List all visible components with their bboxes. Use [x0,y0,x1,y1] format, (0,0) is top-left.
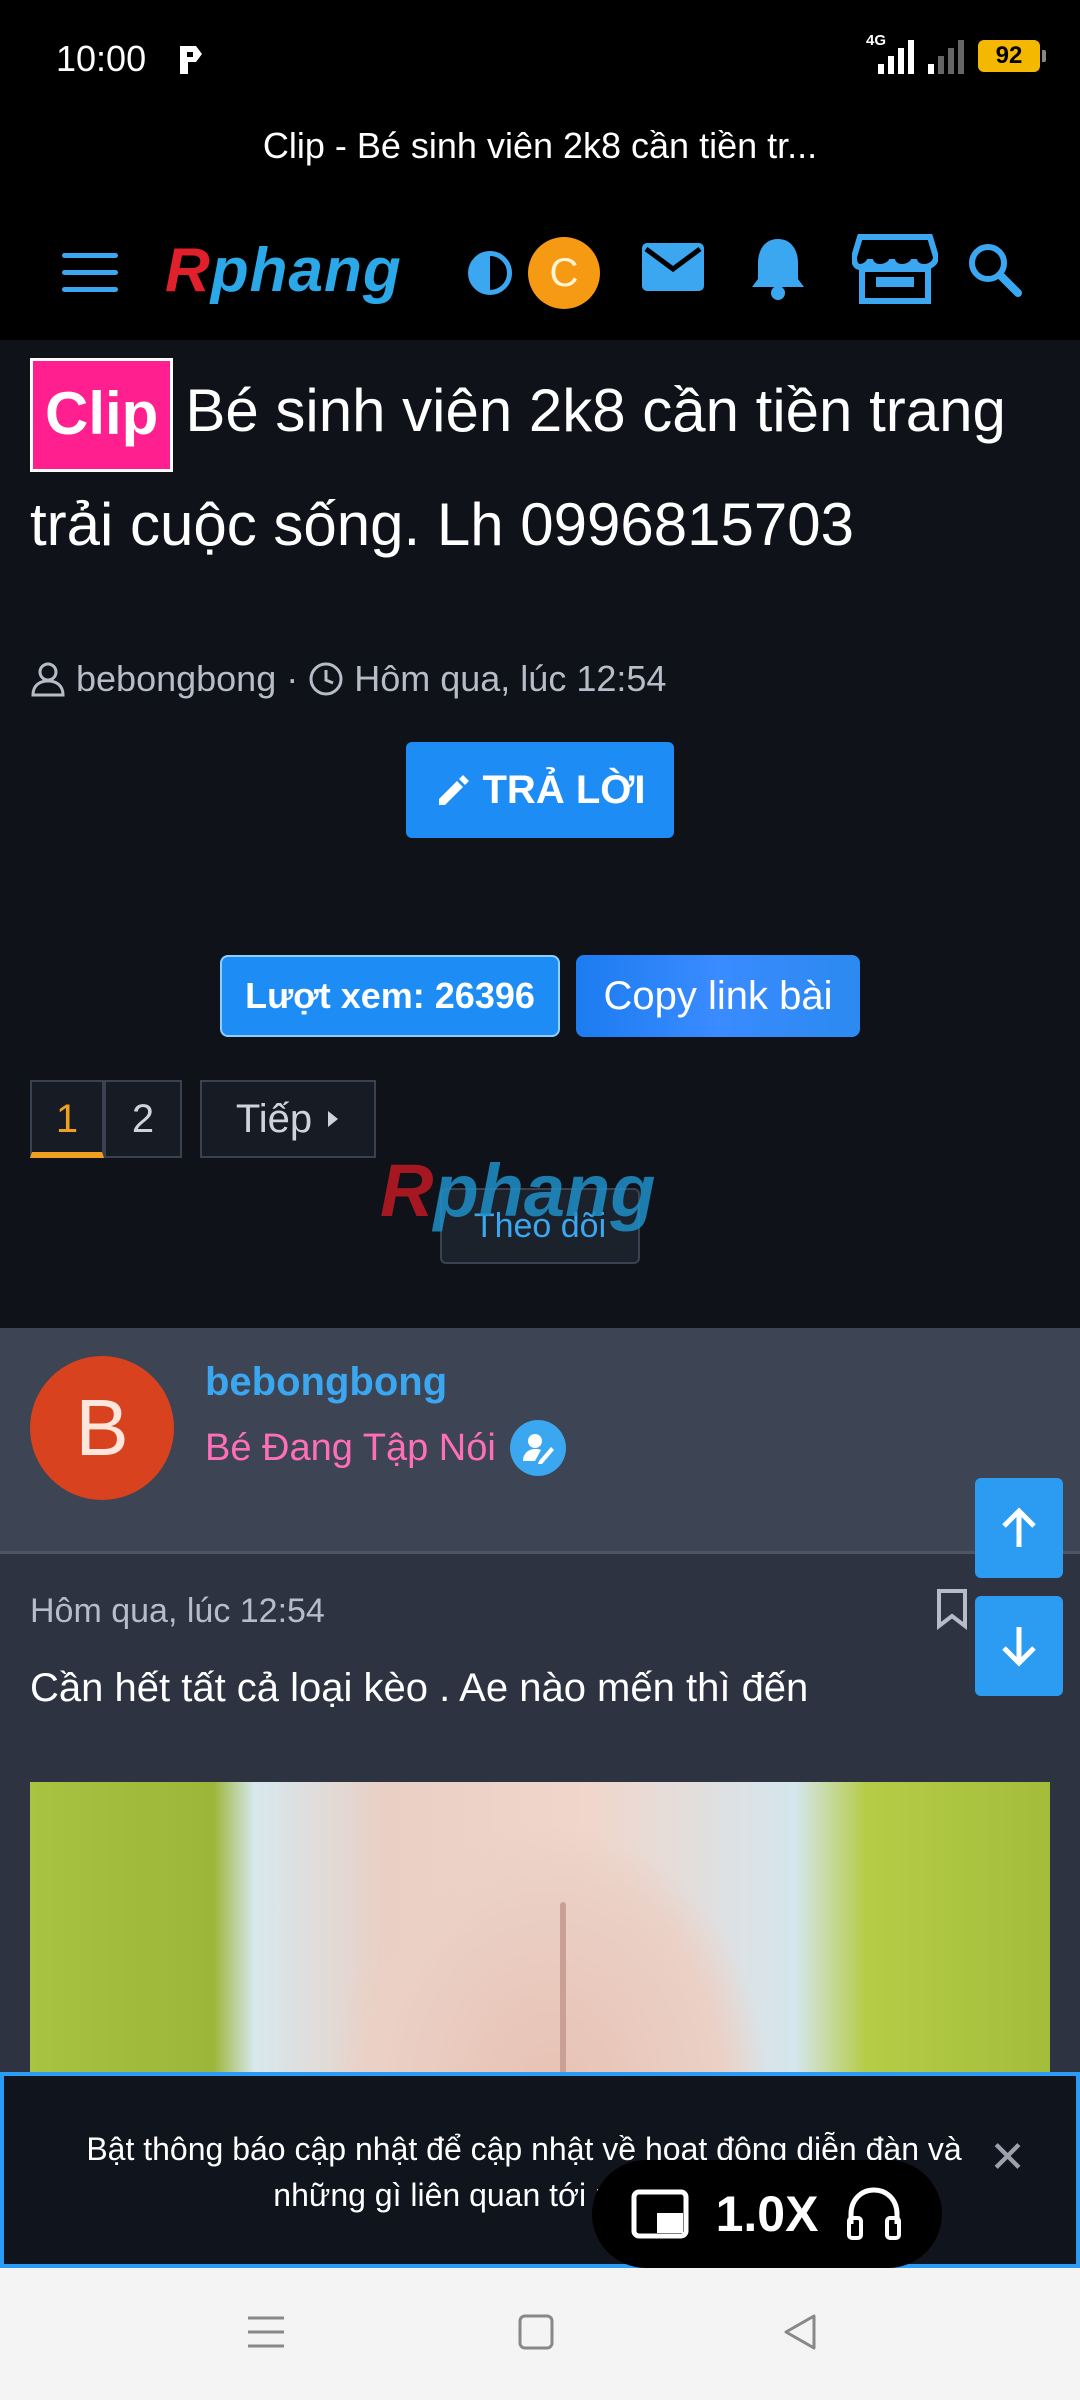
chevron-right-icon [328,1111,339,1127]
follow-button[interactable]: Theo dõi [440,1188,640,1264]
scroll-bottom-button[interactable] [975,1596,1063,1696]
author-name[interactable]: bebongbong [205,1360,447,1405]
arrow-down-icon [1002,1627,1036,1667]
search-icon[interactable] [966,241,1024,299]
watermark-letter: R [380,1149,434,1232]
close-icon[interactable]: ✕ [989,2132,1026,2183]
theme-toggle-icon[interactable] [468,251,512,295]
clock-icon [309,662,343,696]
battery-indicator: 92 [978,40,1046,72]
post-body: Hôm qua, lúc 12:54 Cần hết tất cả loại k… [0,1554,1080,2082]
picture-in-picture-icon[interactable] [631,2189,689,2239]
views-count-button[interactable]: Lượt xem: 26396 [220,955,560,1037]
logo-letter: R [165,236,211,305]
pencil-icon [438,775,469,805]
mail-icon[interactable] [640,241,706,293]
bell-icon[interactable] [748,235,808,301]
media-controls: 1.0X [592,2160,942,2268]
logo-text: phang [210,236,402,305]
browser-page-title: Clip - Bé sinh viên 2k8 cần tiền tr... [262,125,818,166]
signal-sim2-icon [928,38,964,74]
account-avatar[interactable]: C [528,237,600,309]
scroll-top-button[interactable] [975,1478,1063,1578]
reply-button[interactable]: TRẢ LỜI [406,742,674,838]
user-icon [31,662,65,697]
page-1-button[interactable]: 1 [30,1080,104,1158]
playback-speed[interactable]: 1.0X [716,2185,819,2243]
network-type: 4G [866,32,887,49]
app-notification-icon [180,46,202,74]
home-icon[interactable] [516,2312,556,2352]
reply-label: TRẢ LỜI [482,767,646,812]
back-icon[interactable] [780,2312,820,2352]
thread-header: Clip Bé sinh viên 2k8 cần tiền trang trải… [0,340,1080,1328]
thread-date[interactable]: Hôm qua, lúc 12:54 [354,658,666,700]
meta-separator: · [286,658,299,699]
site-header: Rphang C [0,205,1080,335]
thread-meta: bebongbong · Hôm qua, lúc 12:54 [30,658,666,700]
pagination: 1 2 Tiếp [30,1080,376,1158]
system-navigation-bar [0,2268,1080,2400]
author-avatar[interactable]: B [30,1356,174,1500]
copy-link-button[interactable]: Copy link bài [576,955,860,1037]
menu-icon[interactable] [62,253,118,293]
status-bar: 10:00 4G 92 [0,0,1080,120]
post-author-card: B bebongbong Bé Đang Tập Nói [0,1328,1080,1554]
next-label: Tiếp [235,1097,313,1141]
verified-user-icon [509,1420,566,1476]
next-page-button[interactable]: Tiếp [200,1080,376,1158]
recent-apps-icon[interactable] [246,2312,286,2352]
store-icon[interactable] [852,233,938,305]
bookmark-icon[interactable] [936,1588,968,1630]
page-2-button[interactable]: 2 [104,1080,182,1158]
thread-prefix-badge[interactable]: Clip [30,358,174,472]
status-time: 10:00 [56,38,147,79]
post-date[interactable]: Hôm qua, lúc 12:54 [30,1592,325,1631]
thread-title: Clip Bé sinh viên 2k8 cần tiền trang trải… [30,358,1030,578]
thread-author[interactable]: bebongbong [76,658,276,700]
post-image[interactable] [30,1782,1050,2082]
author-rank-text: Bé Đang Tập Nói [205,1426,496,1469]
site-logo[interactable]: Rphang [165,235,402,306]
headphones-icon[interactable] [845,2186,903,2242]
thread-title-text: Bé sinh viên 2k8 cần tiền trang trải cuộ… [30,377,1006,558]
arrow-up-icon [1002,1507,1036,1547]
status-indicators: 4G 92 [866,32,1046,74]
signal-4g-icon: 4G [866,32,914,74]
post-text: Cần hết tất cả loại kèo . Ae nào mến thì… [30,1666,809,1710]
author-rank: Bé Đang Tập Nói [205,1420,566,1476]
